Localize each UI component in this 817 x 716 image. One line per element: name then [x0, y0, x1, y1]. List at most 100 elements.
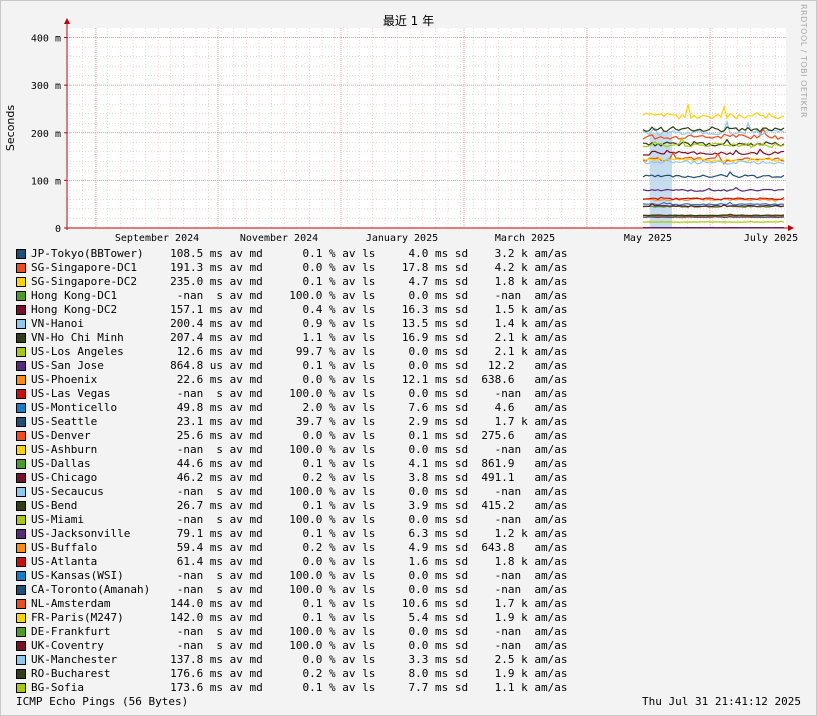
legend-sd: 4.9 ms: [382, 541, 449, 554]
legend-avg-unit: av md: [223, 247, 270, 260]
legend-amas: 275.6: [474, 429, 528, 442]
legend-avg-unit: av md: [223, 527, 270, 540]
legend-amas: 2.1 k: [474, 345, 528, 358]
legend-amas: 2.1 k: [474, 331, 528, 344]
legend-avg: 59.4 ms: [163, 541, 224, 554]
legend-loss: 100.0 %: [269, 387, 336, 400]
legend-swatch: [16, 683, 26, 693]
legend-sd: 4.7 ms: [382, 275, 449, 288]
legend-loss: 0.0 %: [269, 373, 336, 386]
legend-loss: 0.2 %: [269, 541, 336, 554]
legend-loss: 100.0 %: [269, 289, 336, 302]
legend-loss-unit: av ls: [335, 527, 383, 540]
legend-row: US-Secaucus -nan s av md 100.0 % av ls 0…: [16, 485, 616, 499]
legend-amas-unit: am/as: [527, 359, 575, 372]
legend-loss: 0.1 %: [269, 597, 336, 610]
legend-sd: 0.0 ms: [382, 513, 449, 526]
legend-amas-unit: am/as: [527, 513, 575, 526]
legend-amas: 4.2 k: [474, 261, 528, 274]
legend-sd: 0.0 ms: [382, 625, 449, 638]
legend-sd: 0.0 ms: [382, 387, 449, 400]
legend-avg: 191.3 ms: [163, 261, 224, 274]
legend-series-name: RO-Bucharest: [31, 667, 164, 680]
legend-sd: 0.0 ms: [382, 583, 449, 596]
legend-avg-unit: av md: [223, 639, 270, 652]
legend-avg-unit: av md: [223, 569, 270, 582]
legend-loss: 0.1 %: [269, 527, 336, 540]
legend-series-name: US-Denver: [31, 429, 164, 442]
legend-swatch: [16, 641, 26, 651]
legend-series-name: SG-Singapore-DC1: [31, 261, 164, 274]
legend-sd: 7.7 ms: [382, 681, 449, 694]
legend-sd-unit: sd: [448, 415, 475, 428]
legend-loss: 100.0 %: [269, 639, 336, 652]
legend-swatch: [16, 277, 26, 287]
legend-sd-unit: sd: [448, 485, 475, 498]
legend-sd-unit: sd: [448, 373, 475, 386]
legend-sd: 10.6 ms: [382, 597, 449, 610]
footer-source: ICMP Echo Pings (56 Bytes): [16, 695, 189, 708]
legend-avg-unit: av md: [223, 597, 270, 610]
legend-amas: 1.7 k: [474, 415, 528, 428]
legend-series-name: US-San Jose: [31, 359, 164, 372]
legend-amas: 1.9 k: [474, 667, 528, 680]
legend-loss-unit: av ls: [335, 681, 383, 694]
legend-series-name: FR-Paris(M247): [31, 611, 164, 624]
legend-sd-unit: sd: [448, 471, 475, 484]
legend-loss: 0.1 %: [269, 499, 336, 512]
legend-loss: 0.0 %: [269, 653, 336, 666]
legend-avg-unit: av md: [223, 317, 270, 330]
legend-loss-unit: av ls: [335, 387, 383, 400]
legend-swatch: [16, 291, 26, 301]
legend-sd: 16.9 ms: [382, 331, 449, 344]
legend-amas: 1.8 k: [474, 275, 528, 288]
legend-loss-unit: av ls: [335, 303, 383, 316]
legend-amas-unit: am/as: [527, 331, 575, 344]
legend-avg-unit: av md: [223, 345, 270, 358]
legend-amas: -nan: [474, 513, 528, 526]
legend-series-name: US-Kansas(WSI): [31, 569, 164, 582]
legend-amas-unit: am/as: [527, 681, 575, 694]
legend-sd: 6.3 ms: [382, 527, 449, 540]
legend-sd-unit: sd: [448, 331, 475, 344]
legend-row: US-Monticello 49.8 ms av md 2.0 % av ls …: [16, 401, 616, 415]
legend-row: US-Dallas 44.6 ms av md 0.1 % av ls 4.1 …: [16, 457, 616, 471]
legend-sd: 0.0 ms: [382, 443, 449, 456]
legend-avg: -nan s: [163, 387, 224, 400]
legend-amas: -nan: [474, 443, 528, 456]
legend-series-name: US-Bend: [31, 499, 164, 512]
legend-amas-unit: am/as: [527, 443, 575, 456]
legend-avg: -nan s: [163, 513, 224, 526]
legend-amas-unit: am/as: [527, 429, 575, 442]
legend-row: Hong Kong-DC2 157.1 ms av md 0.4 % av ls…: [16, 303, 616, 317]
legend-avg-unit: av md: [223, 653, 270, 666]
legend-amas-unit: am/as: [527, 415, 575, 428]
legend-series-name: US-Atlanta: [31, 555, 164, 568]
legend-loss: 100.0 %: [269, 569, 336, 582]
legend-amas: 1.8 k: [474, 555, 528, 568]
legend-avg: 25.6 ms: [163, 429, 224, 442]
legend-series-name: VN-Hanoi: [31, 317, 164, 330]
legend-series-name: US-Las Vegas: [31, 387, 164, 400]
legend-avg-unit: av md: [223, 415, 270, 428]
legend-row: US-Kansas(WSI) -nan s av md 100.0 % av l…: [16, 569, 616, 583]
legend-loss: 0.1 %: [269, 275, 336, 288]
legend-avg: 137.8 ms: [163, 653, 224, 666]
legend-avg-unit: av md: [223, 359, 270, 372]
legend-sd-unit: sd: [448, 289, 475, 302]
legend-swatch: [16, 249, 26, 259]
legend-series-name: US-Miami: [31, 513, 164, 526]
legend-loss: 0.0 %: [269, 555, 336, 568]
legend-avg: -nan s: [163, 639, 224, 652]
legend-amas-unit: am/as: [527, 527, 575, 540]
legend-loss-unit: av ls: [335, 415, 383, 428]
legend-loss-unit: av ls: [335, 513, 383, 526]
legend-avg: -nan s: [163, 485, 224, 498]
legend-series-name: US-Chicago: [31, 471, 164, 484]
legend-amas-unit: am/as: [527, 275, 575, 288]
legend-avg: -nan s: [163, 583, 224, 596]
legend-series-name: SG-Singapore-DC2: [31, 275, 164, 288]
legend-avg: 22.6 ms: [163, 373, 224, 386]
legend-swatch: [16, 403, 26, 413]
legend-avg: -nan s: [163, 625, 224, 638]
